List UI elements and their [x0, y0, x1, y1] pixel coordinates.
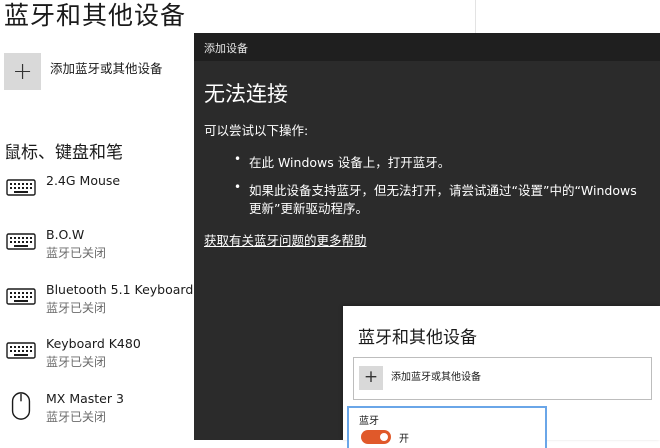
device-item-bow[interactable]: B.O.W 蓝牙已关闭: [4, 227, 194, 273]
plus-icon: +: [359, 366, 383, 390]
device-status: 蓝牙已关闭: [46, 355, 107, 369]
device-item-keyboard-k480[interactable]: Keyboard K480 蓝牙已关闭: [4, 336, 194, 382]
keyboard-icon: [6, 288, 36, 305]
device-name: Bluetooth 5.1 Keyboard: [46, 282, 194, 297]
bluetooth-setting-group: 蓝牙 开: [347, 406, 547, 448]
suggestion-update-driver-line1: 如果此设备支持蓝牙，但无法打开，请尝试通过“设置”中的“Windows: [249, 183, 637, 198]
bullet-dot: •: [234, 152, 242, 166]
page-title: 蓝牙和其他设备: [4, 1, 187, 30]
device-status: 蓝牙已关闭: [46, 410, 107, 424]
device-name: MX Master 3: [46, 391, 124, 406]
plus-icon: +: [12, 57, 33, 85]
front-add-device-button[interactable]: + 添加蓝牙或其他设备: [353, 357, 652, 400]
bluetooth-help-link[interactable]: 获取有关蓝牙问题的更多帮助: [204, 230, 367, 249]
bullet-dot: •: [234, 180, 242, 194]
bluetooth-toggle-state: 开: [399, 434, 409, 445]
mouse-icon: [11, 392, 31, 420]
dialog-heading: 无法连接: [204, 82, 288, 106]
suggestion-turn-on-bluetooth: 在此 Windows 设备上，打开蓝牙。: [249, 155, 451, 170]
front-add-device-label: 添加蓝牙或其他设备: [391, 372, 481, 383]
section-title-mouse-keyboard-pen: 鼠标、键盘和笔: [4, 143, 123, 163]
bluetooth-label: 蓝牙: [359, 416, 379, 427]
device-item-mx-master-3[interactable]: MX Master 3 蓝牙已关闭: [4, 391, 194, 437]
device-item-2-4g-mouse[interactable]: 2.4G Mouse: [4, 173, 194, 219]
dialog-titlebar[interactable]: 添加设备: [194, 33, 660, 61]
add-device-label[interactable]: 添加蓝牙或其他设备: [50, 58, 163, 77]
keyboard-icon: [6, 342, 36, 359]
device-status: 蓝牙已关闭: [46, 246, 107, 260]
dialog-subtitle: 可以尝试以下操作:: [204, 123, 309, 138]
device-item-bluetooth-5-1-keyboard[interactable]: Bluetooth 5.1 Keyboard 蓝牙已关闭: [4, 282, 194, 328]
keyboard-icon: [6, 233, 36, 250]
bluetooth-toggle[interactable]: [361, 430, 391, 444]
device-name: B.O.W: [46, 227, 85, 242]
suggestion-update-driver-line2: 更新”更新驱动程序。: [249, 201, 368, 216]
device-name: Keyboard K480: [46, 336, 141, 351]
device-name: 2.4G Mouse: [46, 173, 121, 188]
keyboard-icon: [6, 179, 36, 196]
dialog-title: 添加设备: [204, 42, 248, 55]
device-status: 蓝牙已关闭: [46, 301, 107, 315]
front-page-title: 蓝牙和其他设备: [358, 328, 477, 348]
settings-window-foreground: 蓝牙和其他设备 + 添加蓝牙或其他设备 蓝牙 开: [343, 306, 660, 448]
add-device-button[interactable]: +: [4, 53, 41, 90]
